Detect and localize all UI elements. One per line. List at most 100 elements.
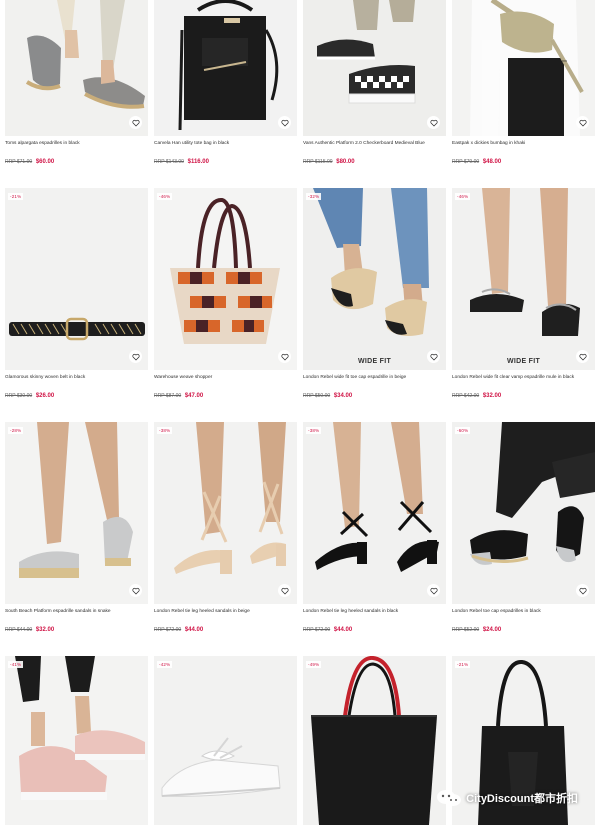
product-title[interactable]: South Beach Platform espadrille sandals …: [5, 608, 148, 625]
rrp-price: RRP $71.00: [5, 159, 33, 165]
heart-icon: [280, 119, 289, 127]
product-card[interactable]: -42%: [154, 656, 297, 825]
product-title[interactable]: Vans Authentic Platform 2.0 Checkerboard…: [303, 140, 446, 157]
rrp-price: RRP $50.00: [303, 393, 331, 399]
save-heart-button[interactable]: [278, 350, 291, 363]
sale-price: $32.00: [482, 393, 502, 399]
beige-heeled-sandals-illustration: [154, 422, 297, 604]
wechat-icon: [437, 790, 462, 806]
product-title[interactable]: London Rebel tie leg heeled sandals in b…: [154, 608, 297, 625]
product-image[interactable]: -60%: [452, 422, 595, 604]
watermark-text: CityDiscount都市折扣: [466, 793, 578, 805]
product-card[interactable]: -49%: [303, 656, 446, 825]
sale-price: $44.00: [184, 627, 204, 633]
pink-sneakers-illustration: [5, 656, 148, 825]
save-heart-button[interactable]: [576, 584, 589, 597]
product-image[interactable]: [5, 0, 148, 136]
sale-price: $47.00: [184, 393, 204, 399]
black-espadrilles-illustration: [452, 422, 595, 604]
product-image[interactable]: I: [452, 0, 595, 136]
product-card[interactable]: -28% South Beach Platform espadrille san…: [5, 422, 148, 656]
rrp-price: RRP $30.00: [5, 393, 33, 399]
product-card[interactable]: -41%: [5, 656, 148, 825]
product-price: RRP $50.00 $34.00: [303, 393, 446, 399]
khaki-bumbag-illustration: I: [452, 0, 595, 136]
product-image[interactable]: -38%: [154, 422, 297, 604]
save-heart-button[interactable]: [427, 584, 440, 597]
product-price: RRP $79.00 $48.00: [452, 159, 595, 165]
platform-sandals-illustration: [5, 422, 148, 604]
discount-badge: -42%: [157, 661, 173, 668]
black-red-tote-illustration: [303, 656, 446, 825]
product-title[interactable]: Toms alpargata espadrilles in black: [5, 140, 148, 157]
toe-cap-espadrille-illustration: [303, 188, 446, 370]
product-price: RRP $143.00 $116.00: [154, 159, 297, 165]
product-card[interactable]: Carvela Han utility tote bag in black RR…: [154, 0, 297, 188]
save-heart-button[interactable]: [129, 116, 142, 129]
sale-price: $116.00: [187, 159, 209, 165]
product-image[interactable]: [154, 0, 297, 136]
heart-icon: [429, 353, 438, 361]
product-card[interactable]: -38% London Rebel tie leg heeled sandals…: [303, 422, 446, 656]
product-image[interactable]: -49%: [303, 656, 446, 825]
save-heart-button[interactable]: [576, 350, 589, 363]
product-card[interactable]: -21% Glamorous skinny woven belt in blac…: [5, 188, 148, 422]
product-image[interactable]: -21%: [5, 188, 148, 370]
sale-price: $26.00: [35, 393, 55, 399]
product-price: RRP $72.00 $44.00: [303, 627, 446, 633]
product-image[interactable]: -38%: [303, 422, 446, 604]
sale-price: $48.00: [482, 159, 502, 165]
rrp-price: RRP $143.00: [154, 159, 184, 165]
sale-price: $34.00: [333, 393, 353, 399]
save-heart-button[interactable]: [129, 350, 142, 363]
save-heart-button[interactable]: [427, 116, 440, 129]
product-card[interactable]: -38% London Rebel tie leg heeled sandals…: [154, 422, 297, 656]
product-title[interactable]: Carvela Han utility tote bag in black: [154, 140, 297, 157]
product-image[interactable]: [303, 0, 446, 136]
heart-icon: [429, 587, 438, 595]
product-price: RRP $42.00 $32.00: [452, 393, 595, 399]
product-image[interactable]: -42%: [154, 656, 297, 825]
save-heart-button[interactable]: [278, 584, 291, 597]
product-title[interactable]: Eastpak x dickies bumbag in khaki: [452, 140, 595, 157]
product-image[interactable]: -32% WIDE FIT: [303, 188, 446, 370]
product-image[interactable]: -41%: [5, 656, 148, 825]
product-card[interactable]: -60% London Rebel toe cap espadrilles in…: [452, 422, 595, 656]
discount-badge: -60%: [455, 427, 471, 434]
sale-price: $24.00: [482, 627, 502, 633]
rrp-price: RRP $87.00: [154, 393, 182, 399]
product-card[interactable]: -46% Warehouse weave shopper RRP $87.00 …: [154, 188, 297, 422]
product-price: RRP $52.00 $24.00: [452, 627, 595, 633]
product-grid: Toms alpargata espadrilles in black RRP …: [5, 0, 595, 825]
product-image[interactable]: -46%: [154, 188, 297, 370]
heart-icon: [131, 119, 140, 127]
product-title[interactable]: London Rebel tie leg heeled sandals in b…: [303, 608, 446, 625]
checkerboard-sneakers-illustration: [303, 0, 446, 136]
product-title[interactable]: Glamorous skinny woven belt in black: [5, 374, 148, 391]
product-price: RRP $71.00 $60.00: [5, 159, 148, 165]
save-heart-button[interactable]: [576, 116, 589, 129]
product-title[interactable]: Warehouse weave shopper: [154, 374, 297, 391]
save-heart-button[interactable]: [278, 116, 291, 129]
rrp-price: RRP $72.00: [154, 627, 182, 633]
product-price: RRP $44.00 $32.00: [5, 627, 148, 633]
product-title[interactable]: London Rebel wide fit toe cap espadrille…: [303, 374, 446, 391]
product-image[interactable]: -28%: [5, 422, 148, 604]
wide-fit-label: WIDE FIT: [506, 358, 541, 365]
product-title[interactable]: London Rebel toe cap espadrilles in blac…: [452, 608, 595, 625]
product-card[interactable]: Toms alpargata espadrilles in black RRP …: [5, 0, 148, 188]
svg-text:I: I: [560, 60, 567, 62]
product-title[interactable]: London Rebel wide fit clear vamp espadri…: [452, 374, 595, 391]
heart-icon: [131, 587, 140, 595]
save-heart-button[interactable]: [427, 350, 440, 363]
product-card[interactable]: -46% WIDE FIT London Rebel wide fit clea…: [452, 188, 595, 422]
rrp-price: RRP $72.00: [303, 627, 331, 633]
product-card[interactable]: -32% WIDE FIT London Rebel wide fit toe …: [303, 188, 446, 422]
product-image[interactable]: -46% WIDE FIT: [452, 188, 595, 370]
product-price: RRP $72.00 $44.00: [154, 627, 297, 633]
product-card[interactable]: Vans Authentic Platform 2.0 Checkerboard…: [303, 0, 446, 188]
save-heart-button[interactable]: [129, 584, 142, 597]
sale-price: $44.00: [333, 627, 353, 633]
product-card[interactable]: I Eastpak x dickies bumbag in khaki RRP …: [452, 0, 595, 188]
discount-badge: -38%: [306, 427, 322, 434]
